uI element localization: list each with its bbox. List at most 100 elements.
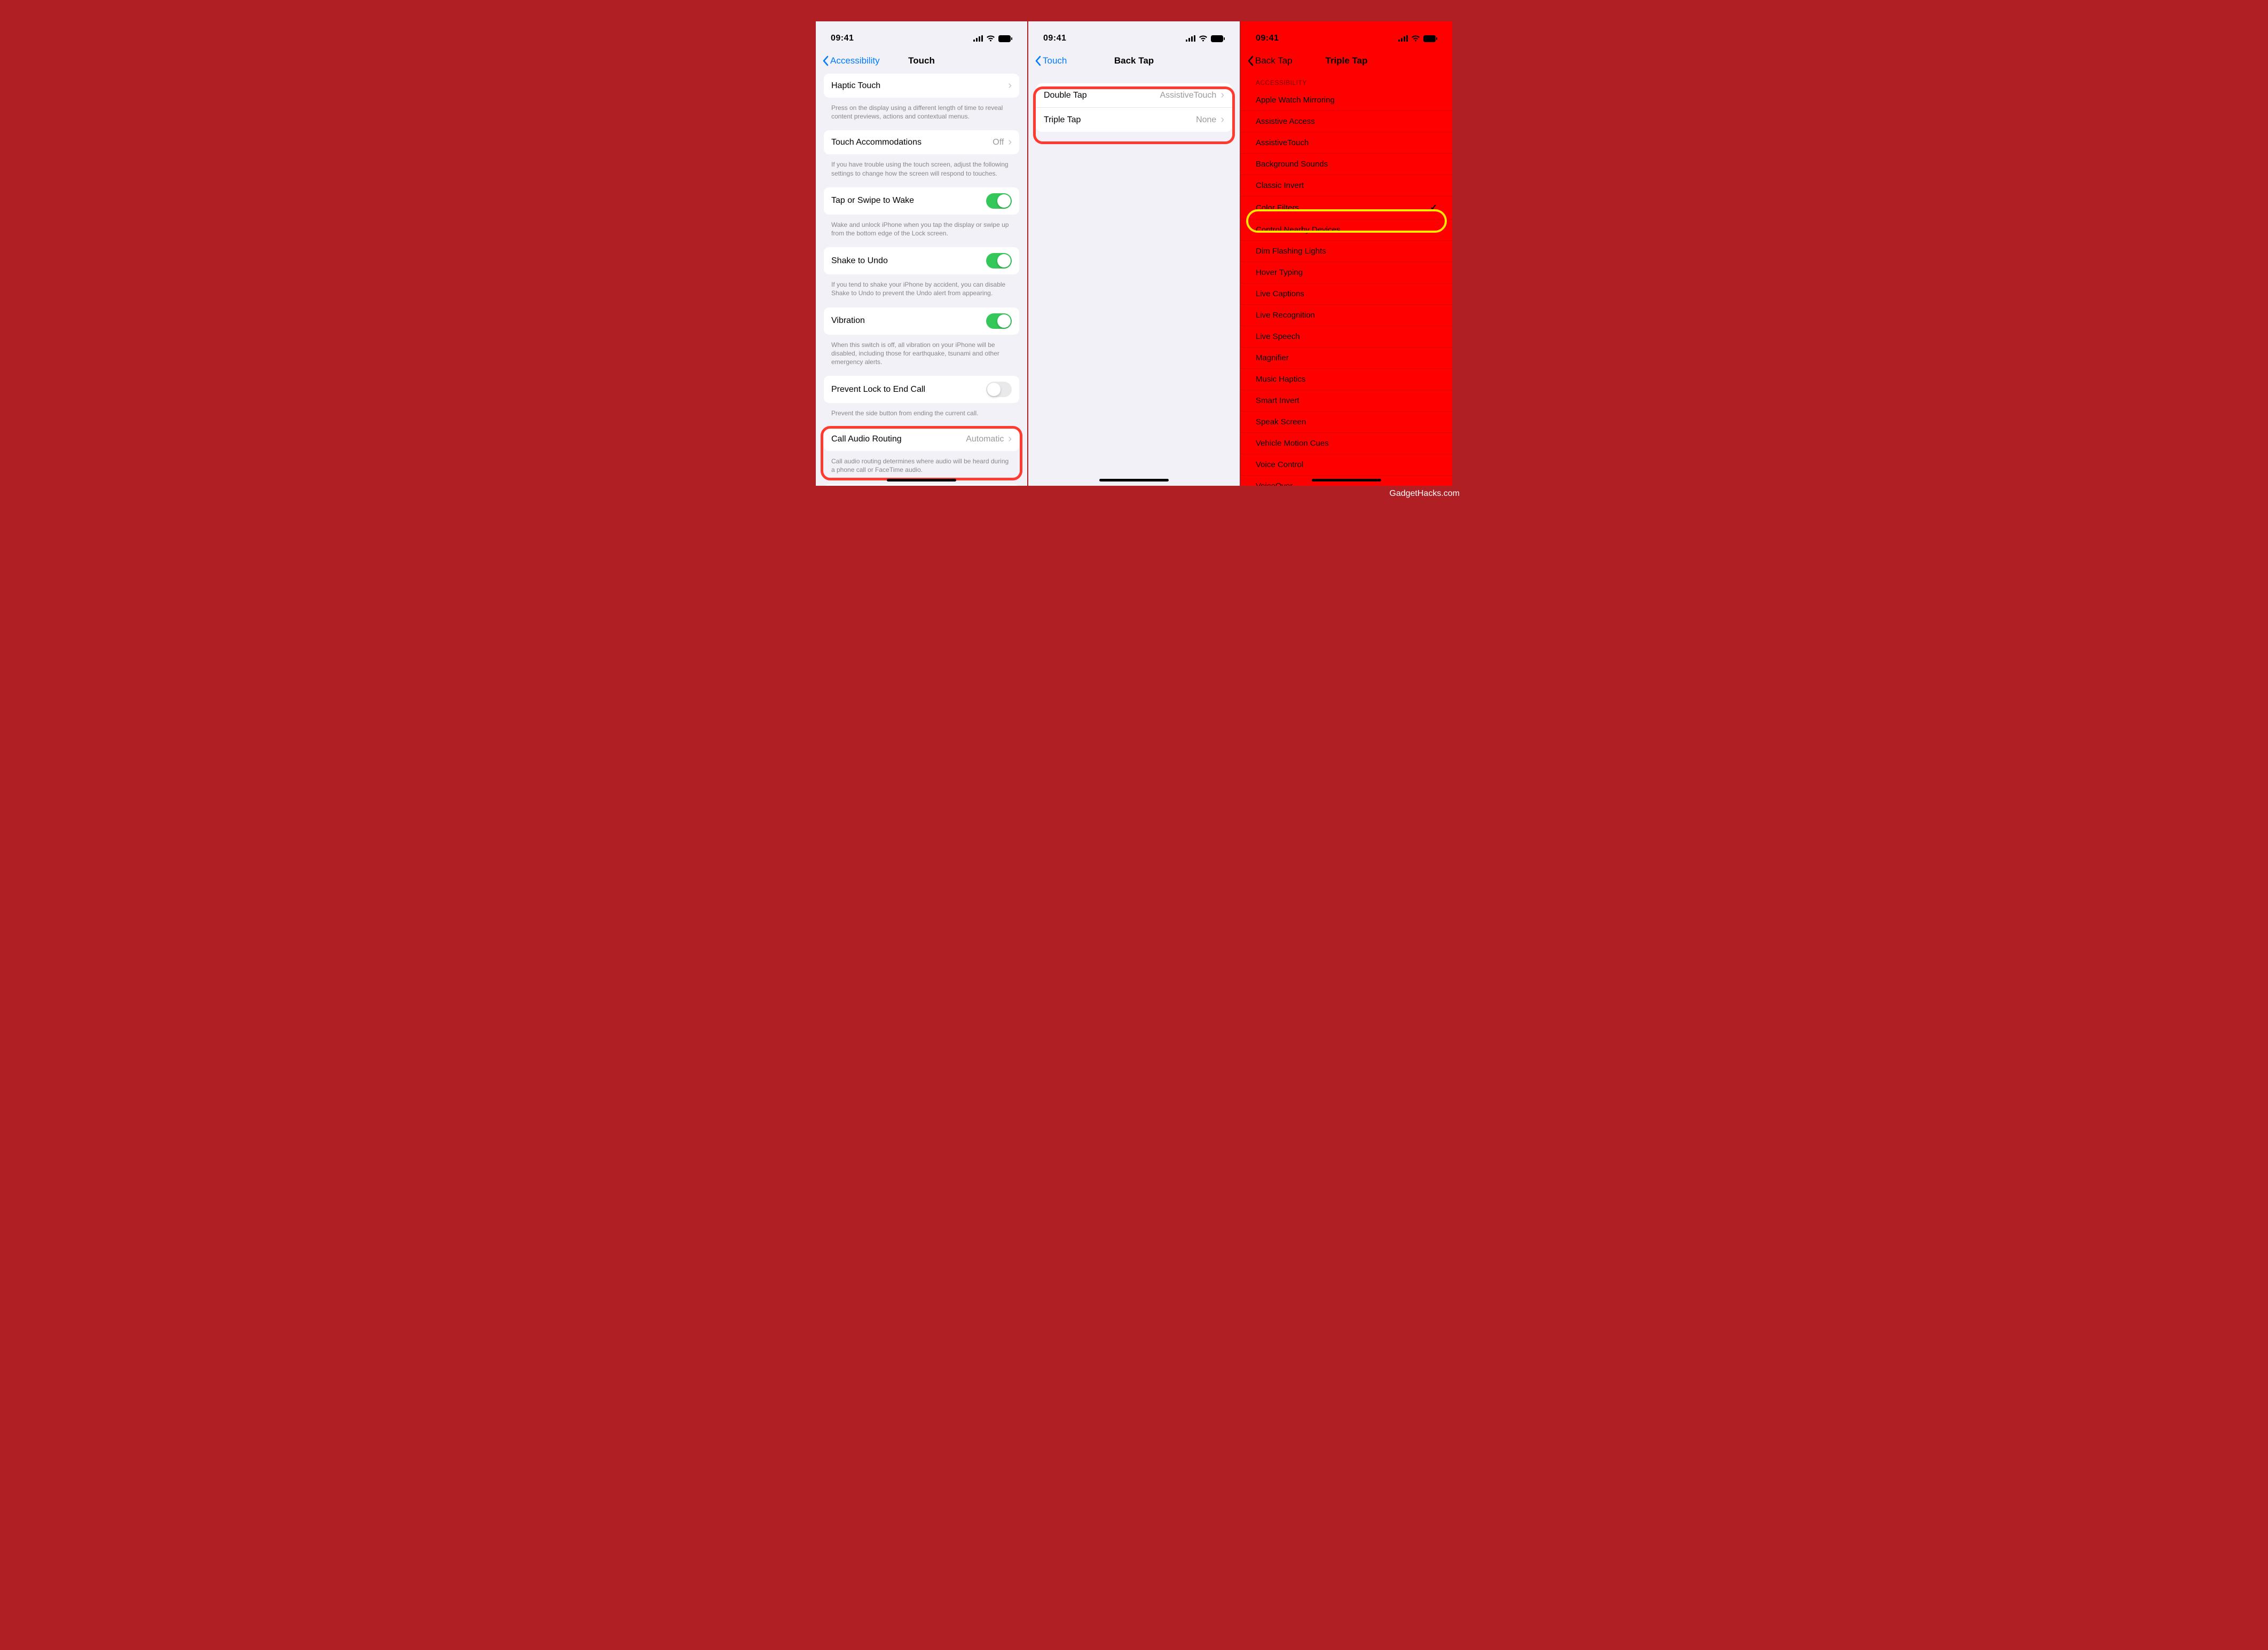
option-row[interactable]: Speak Screen [1241, 412, 1452, 433]
option-label: Live Captions [1256, 289, 1304, 298]
option-row[interactable]: Dim Flashing Lights [1241, 241, 1452, 262]
status-icons [1186, 35, 1225, 42]
battery-icon [998, 35, 1012, 42]
option-row[interactable]: Live Captions [1241, 283, 1452, 305]
option-row[interactable]: Classic Invert [1241, 175, 1452, 196]
credit-text: GadgetHacks.com [1389, 489, 1460, 499]
cell-value: Automatic [966, 435, 1004, 444]
option-row[interactable]: Assistive Access [1241, 111, 1452, 132]
home-indicator[interactable] [1312, 479, 1381, 481]
home-indicator[interactable] [1099, 479, 1169, 481]
option-label: Hover Typing [1256, 268, 1303, 277]
home-indicator[interactable] [887, 479, 956, 481]
footer-text: Press on the display using a different l… [824, 101, 1019, 130]
status-bar: 09:41 [816, 21, 1027, 51]
cell-value: Off [993, 138, 1004, 147]
option-row[interactable]: Apple Watch Mirroring [1241, 90, 1452, 111]
row-triple-tap[interactable]: Triple Tap None › [1036, 108, 1232, 132]
option-label: Background Sounds [1256, 160, 1328, 169]
chevron-right-icon: › [1008, 80, 1012, 92]
option-row[interactable]: Music Haptics [1241, 369, 1452, 390]
option-row[interactable]: Magnifier [1241, 348, 1452, 369]
back-button[interactable]: Accessibility [822, 56, 880, 66]
option-label: Color Filters [1256, 203, 1299, 212]
cell-label: Double Tap [1044, 91, 1087, 100]
option-label: Control Nearby Devices [1256, 225, 1340, 234]
footer-text: Wake and unlock iPhone when you tap the … [824, 218, 1019, 247]
page-title: Touch [908, 56, 935, 66]
section-header: ACCESSIBILITY [1241, 74, 1452, 90]
status-bar: 09:41 [1241, 21, 1452, 51]
screen-touch-settings: 09:41 Accessibility Touch Haptic Touch ›… [816, 21, 1027, 486]
status-icons [1398, 35, 1437, 42]
option-label: AssistiveTouch [1256, 138, 1309, 147]
option-label: Live Recognition [1256, 311, 1315, 320]
chevron-right-icon: › [1008, 136, 1012, 148]
option-row[interactable]: Color Filters ✓ [1241, 196, 1452, 219]
cell-label: Haptic Touch [831, 81, 880, 91]
footer-text: If you have trouble using the touch scre… [824, 157, 1019, 187]
page-title: Back Tap [1114, 56, 1154, 66]
cell-value: AssistiveTouch [1160, 91, 1217, 100]
cell-label: Vibration [831, 316, 865, 326]
switch-tap-wake[interactable] [986, 193, 1012, 209]
row-tap-swipe-wake[interactable]: Tap or Swipe to Wake [824, 187, 1019, 215]
signal-icon [973, 35, 983, 42]
row-back-tap[interactable]: Back Tap On › [824, 484, 1019, 486]
row-haptic-touch[interactable]: Haptic Touch › [824, 74, 1019, 98]
chevron-left-icon [1247, 56, 1254, 66]
nav-bar: Back Tap Triple Tap [1241, 51, 1452, 74]
option-row[interactable]: AssistiveTouch [1241, 132, 1452, 154]
back-label: Touch [1043, 56, 1067, 66]
status-time: 09:41 [831, 34, 854, 43]
option-row[interactable]: Live Recognition [1241, 305, 1452, 326]
status-time: 09:41 [1043, 34, 1066, 43]
cell-label: Triple Tap [1044, 115, 1081, 125]
row-double-tap[interactable]: Double Tap AssistiveTouch › [1036, 83, 1232, 108]
back-button[interactable]: Back Tap [1247, 56, 1293, 66]
option-row[interactable]: Hover Typing [1241, 262, 1452, 283]
option-label: Music Haptics [1256, 375, 1305, 384]
row-call-audio-routing[interactable]: Call Audio Routing Automatic › [824, 427, 1019, 451]
screen-triple-tap: 09:41 Back Tap Triple Tap ACCESSIBILITY … [1241, 21, 1452, 486]
switch-vibration[interactable] [986, 313, 1012, 329]
row-vibration[interactable]: Vibration [824, 307, 1019, 335]
option-row[interactable]: Vehicle Motion Cues [1241, 433, 1452, 454]
switch-shake-undo[interactable] [986, 253, 1012, 269]
cell-label: Call Audio Routing [831, 435, 902, 444]
row-touch-accommodations[interactable]: Touch Accommodations Off › [824, 130, 1019, 154]
footer-text: If you tend to shake your iPhone by acci… [824, 278, 1019, 307]
option-row[interactable]: Background Sounds [1241, 154, 1452, 175]
option-row[interactable]: Voice Control [1241, 454, 1452, 476]
option-label: Live Speech [1256, 332, 1300, 341]
chevron-right-icon: › [1008, 433, 1012, 445]
row-shake-undo[interactable]: Shake to Undo [824, 247, 1019, 274]
option-label: Magnifier [1256, 353, 1289, 362]
option-row[interactable]: Control Nearby Devices [1241, 219, 1452, 241]
chevron-right-icon: › [1220, 114, 1224, 126]
option-label: Assistive Access [1256, 117, 1315, 126]
cell-label: Prevent Lock to End Call [831, 385, 925, 394]
wifi-icon [1411, 35, 1420, 42]
chevron-left-icon [822, 56, 829, 66]
checkmark-icon: ✓ [1430, 202, 1437, 213]
option-label: Apple Watch Mirroring [1256, 96, 1335, 105]
back-label: Accessibility [830, 56, 880, 66]
page-title: Triple Tap [1325, 56, 1367, 66]
option-label: Vehicle Motion Cues [1256, 439, 1329, 448]
nav-bar: Accessibility Touch [816, 51, 1027, 74]
signal-icon [1186, 35, 1195, 42]
chevron-left-icon [1035, 56, 1041, 66]
back-button[interactable]: Touch [1035, 56, 1067, 66]
row-prevent-lock[interactable]: Prevent Lock to End Call [824, 376, 1019, 403]
wifi-icon [986, 35, 995, 42]
option-row[interactable]: Live Speech [1241, 326, 1452, 348]
option-row[interactable]: Smart Invert [1241, 390, 1452, 412]
option-label: Speak Screen [1256, 417, 1306, 427]
cell-label: Touch Accommodations [831, 138, 922, 147]
option-label: Smart Invert [1256, 396, 1300, 405]
battery-icon [1211, 35, 1225, 42]
option-label: Voice Control [1256, 460, 1303, 469]
option-label: Classic Invert [1256, 181, 1304, 190]
switch-prevent-lock[interactable] [986, 382, 1012, 397]
